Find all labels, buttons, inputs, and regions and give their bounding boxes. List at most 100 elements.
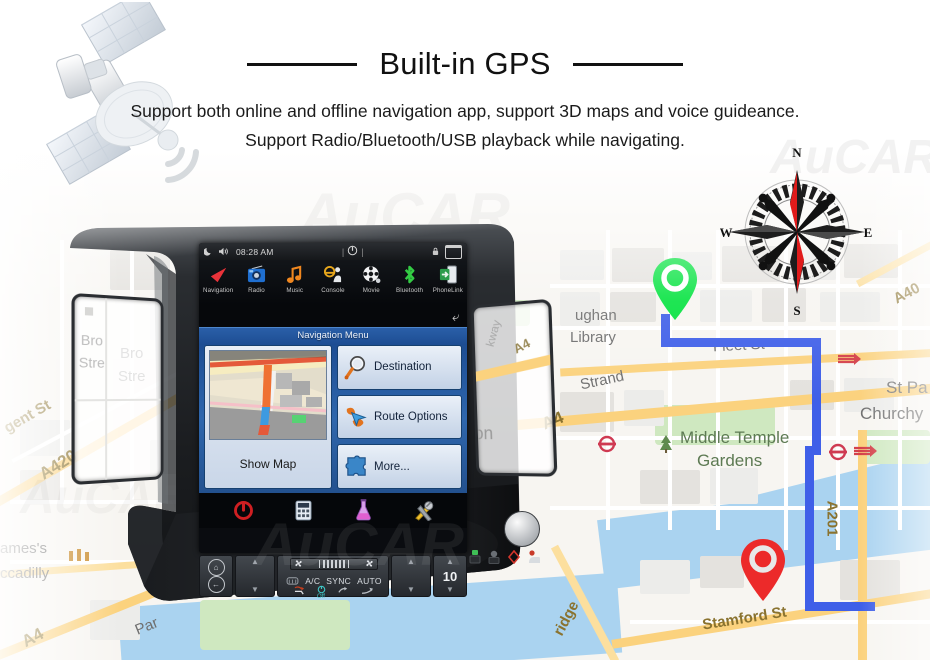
airbag-indicator-icon (528, 549, 541, 569)
app-phonelink[interactable]: PhoneLink (430, 262, 466, 294)
tube-station-icon (828, 442, 848, 462)
music-note-icon (277, 262, 313, 286)
show-map-button[interactable]: Show Map (204, 345, 332, 489)
hazard-button-icon[interactable] (507, 549, 521, 569)
city-block (610, 292, 656, 322)
console-icon (315, 262, 351, 286)
airflow-mode-row: Off (278, 583, 390, 601)
app-music[interactable]: Music (277, 262, 313, 294)
calculator-icon[interactable] (291, 498, 315, 522)
city-block (640, 560, 690, 594)
app-bluetooth[interactable]: Bluetooth (392, 262, 428, 294)
divider-left: | (341, 246, 345, 257)
nav-menu-title: Navigation Menu (297, 330, 369, 341)
power-icon[interactable] (347, 243, 358, 261)
up-arrow-icon[interactable]: ▲ (407, 558, 415, 566)
left-seat-fan-rocker[interactable]: ▲ ▼ (235, 555, 275, 597)
right-air-vent: A4 kway on (470, 298, 558, 477)
puzzle-piece-icon (343, 454, 369, 480)
map-label: Library (570, 329, 616, 346)
back-icon[interactable]: ← (207, 576, 225, 593)
title-rule-left (247, 62, 358, 66)
home-icon[interactable]: ⌂ (207, 559, 225, 576)
rest-button-icon[interactable] (488, 550, 500, 569)
compass-south-label: S (793, 303, 800, 318)
navigation-menu-panel: Navigation Menu Show Map Destination Rou… (199, 327, 467, 493)
radio-icon (238, 262, 274, 286)
nav-button-route-options[interactable]: Route Options (337, 394, 462, 440)
status-bar-center: | | (279, 243, 427, 261)
map-label: Middle Temple (680, 428, 790, 447)
tube-station-icon (597, 434, 617, 454)
climate-control-panel: A/C SYNC AUTO Off (277, 555, 389, 600)
touchscreen-display[interactable]: 08:28 AM | | Navigation Radio Music Console… (199, 243, 467, 553)
airflow-face-icon[interactable] (336, 583, 350, 601)
right-seat-fan-rocker[interactable]: ▲ ▼ (391, 555, 431, 597)
down-arrow-icon[interactable]: ▼ (251, 586, 259, 594)
route-segment (812, 338, 821, 453)
bluetooth-icon (392, 262, 428, 286)
dash-indicator-row (469, 549, 549, 569)
tools-icon[interactable] (411, 498, 435, 522)
quick-actions-bar (199, 492, 467, 528)
app-label: PhoneLink (432, 287, 463, 294)
compass-west-label: W (720, 225, 733, 240)
back-icon[interactable]: ⤷ (452, 309, 459, 325)
fan-speed-slider[interactable] (290, 558, 378, 570)
nav-menu-grid: Show Map Destination Route Options More... (204, 345, 462, 490)
nav-button-label: More... (374, 460, 410, 473)
app-radio[interactable]: Radio (238, 262, 274, 294)
rail-station-icon (836, 352, 862, 371)
map-preview-thumbnail (209, 350, 327, 440)
flask-icon[interactable] (351, 498, 375, 522)
temperature-value: 10 (442, 568, 458, 584)
map-label: Gardens (697, 451, 763, 470)
temperature-control[interactable]: ▲ 10 ▼ (433, 555, 467, 597)
tree-icon (658, 434, 674, 459)
app-launcher-bar: Navigation Radio Music Console Movie Bluetoot… (199, 260, 467, 308)
app-label: Navigation (203, 287, 234, 294)
nav-button-more[interactable]: More... (337, 444, 462, 490)
nav-button-destination[interactable]: Destination (337, 345, 462, 390)
left-air-vent: Bro Stre (71, 292, 164, 486)
film-reel-icon (353, 262, 389, 286)
status-bar-right (432, 243, 462, 261)
off-indicator: Off (317, 585, 326, 600)
power-icon[interactable] (231, 498, 255, 522)
map-label: ughan (575, 307, 617, 324)
phonelink-icon (430, 262, 466, 286)
app-label: Movie (362, 287, 380, 294)
app-label: Bluetooth (396, 287, 424, 294)
temp-down-arrow-icon[interactable]: ▼ (446, 586, 454, 594)
route-segment (661, 338, 821, 347)
down-arrow-icon[interactable]: ▼ (407, 586, 415, 594)
airflow-windshield-icon[interactable] (360, 583, 375, 601)
city-block (560, 250, 604, 280)
title-wrapper: Built-in GPS (0, 46, 930, 82)
nav-button-label: Route Options (374, 411, 448, 423)
navigation-arrow-icon (200, 262, 236, 286)
start-location-pin (651, 256, 699, 322)
fan-icon (365, 555, 374, 573)
compass-east-label: E (864, 225, 873, 240)
fan-level-bars (318, 560, 350, 568)
airflow-feet-icon[interactable] (293, 583, 307, 601)
volume-knob[interactable] (504, 511, 540, 547)
app-console[interactable]: Console (315, 262, 351, 294)
app-movie[interactable]: Movie (353, 262, 389, 294)
page-header: Built-in GPS Support both online and off… (0, 0, 930, 160)
city-block (700, 556, 744, 588)
lock-icon[interactable] (432, 243, 439, 261)
park-area-3 (200, 600, 350, 650)
subtitle-line-2: Support Radio/Bluetooth/USB playback whi… (245, 130, 685, 150)
up-arrow-icon[interactable]: ▲ (251, 558, 259, 566)
window-icon[interactable] (445, 244, 462, 259)
nav-hardware-keys: ⌂ ← (199, 555, 233, 597)
app-navigation[interactable]: Navigation (200, 262, 236, 294)
temp-up-arrow-icon[interactable]: ▲ (446, 558, 454, 566)
screenshot-root: gent StA420ames'sccadillyA4ParBroStre ug… (0, 0, 930, 660)
moon-icon[interactable] (203, 243, 213, 261)
volume-icon[interactable] (218, 243, 229, 261)
destination-location-pin (739, 537, 787, 603)
show-map-label: Show Map (239, 457, 297, 471)
